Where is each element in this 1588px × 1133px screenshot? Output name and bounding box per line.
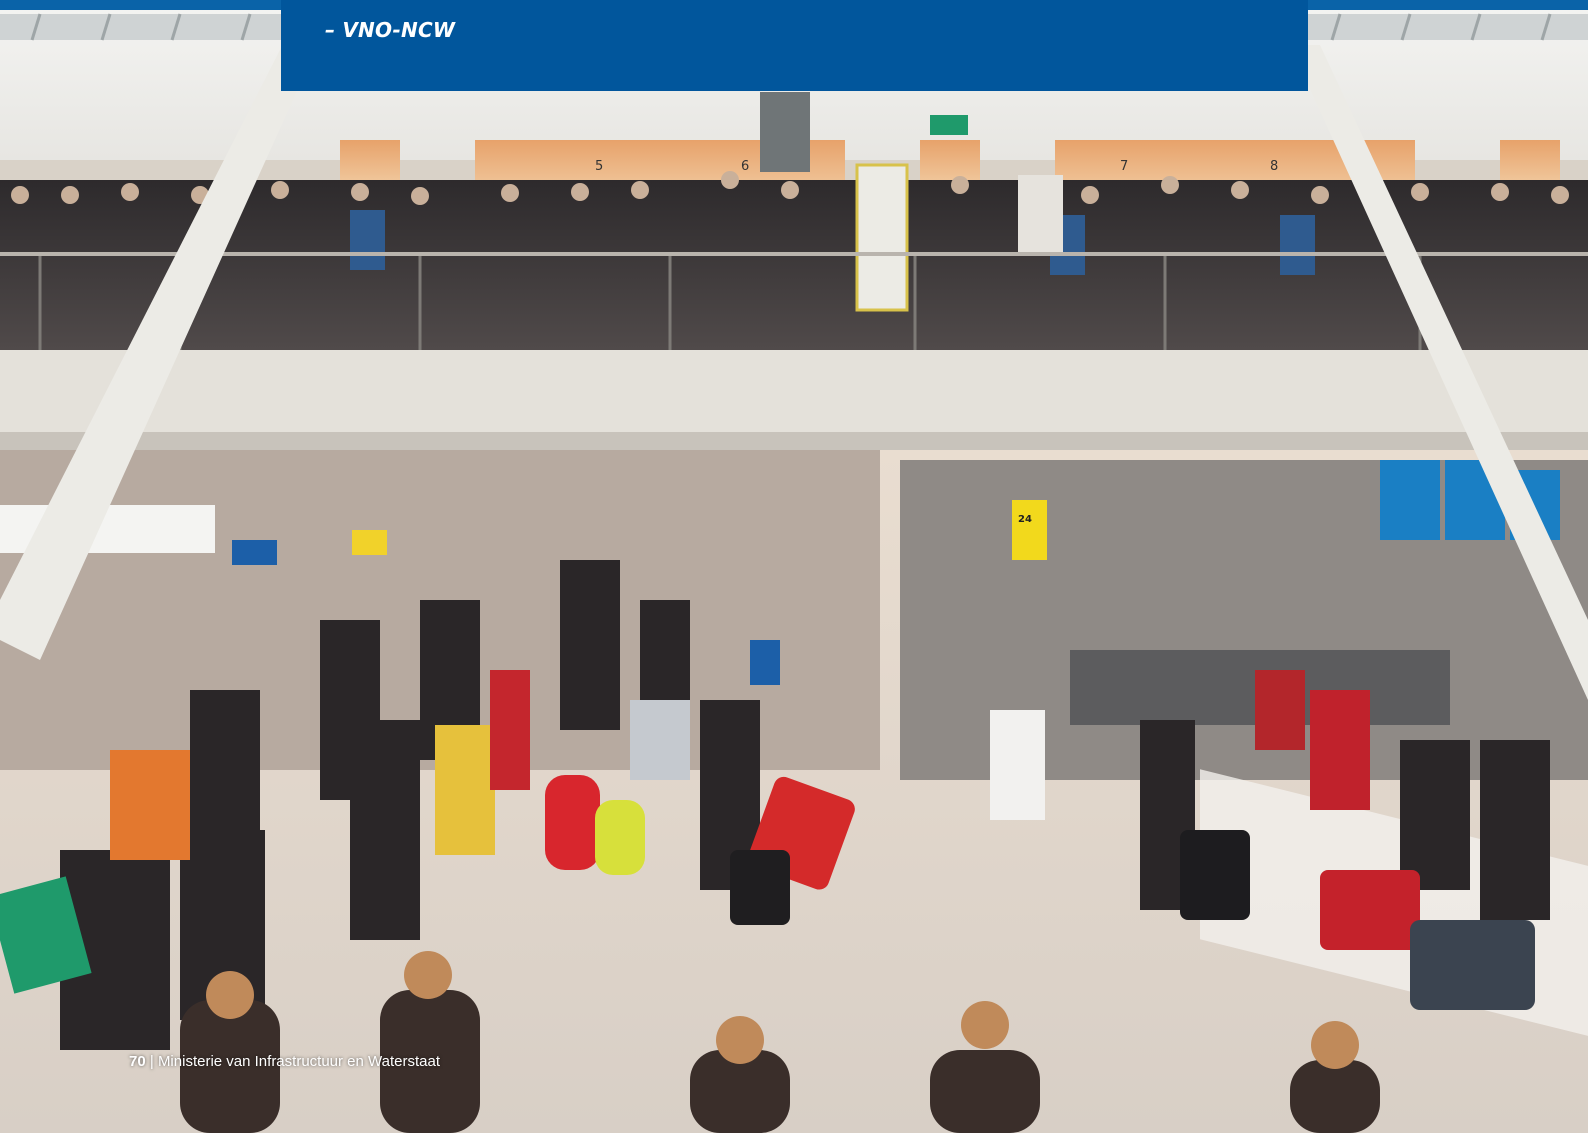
footer-separator: | xyxy=(149,1053,154,1070)
info-board xyxy=(855,163,909,312)
airport-photo: 5 6 7 8 24 xyxy=(0,10,1588,1133)
gate-7-sign: 7 xyxy=(1120,159,1128,174)
gate-5-sign: 5 xyxy=(595,159,603,174)
red-suitcase xyxy=(1320,870,1420,950)
page-number: 70 xyxy=(129,1053,146,1070)
balcony-rail xyxy=(0,252,1588,256)
exit-sign xyxy=(930,115,968,135)
page-footer: 70 | Ministerie van Infrastructuur en Wa… xyxy=(129,1053,440,1070)
gate-6-sign: 6 xyxy=(741,159,749,174)
counter-24-sign: 24 xyxy=(1018,514,1032,525)
black-suitcase xyxy=(730,850,790,925)
grey-suitcase xyxy=(1410,920,1535,1010)
departure-screen xyxy=(1380,460,1440,540)
gate-8-sign: 8 xyxy=(1270,159,1278,174)
quote-attribution: – VNO-NCW xyxy=(325,18,456,42)
red-bag xyxy=(545,775,600,870)
footer-publisher: Ministerie van Infrastructuur en Waterst… xyxy=(157,1053,440,1070)
balcony-slab xyxy=(0,350,1588,445)
quote-box: – VNO-NCW xyxy=(281,0,1308,91)
black-suitcase xyxy=(1180,830,1250,920)
yellow-bag xyxy=(595,800,645,875)
counter-sign xyxy=(1012,500,1047,560)
column-mid xyxy=(760,92,810,172)
